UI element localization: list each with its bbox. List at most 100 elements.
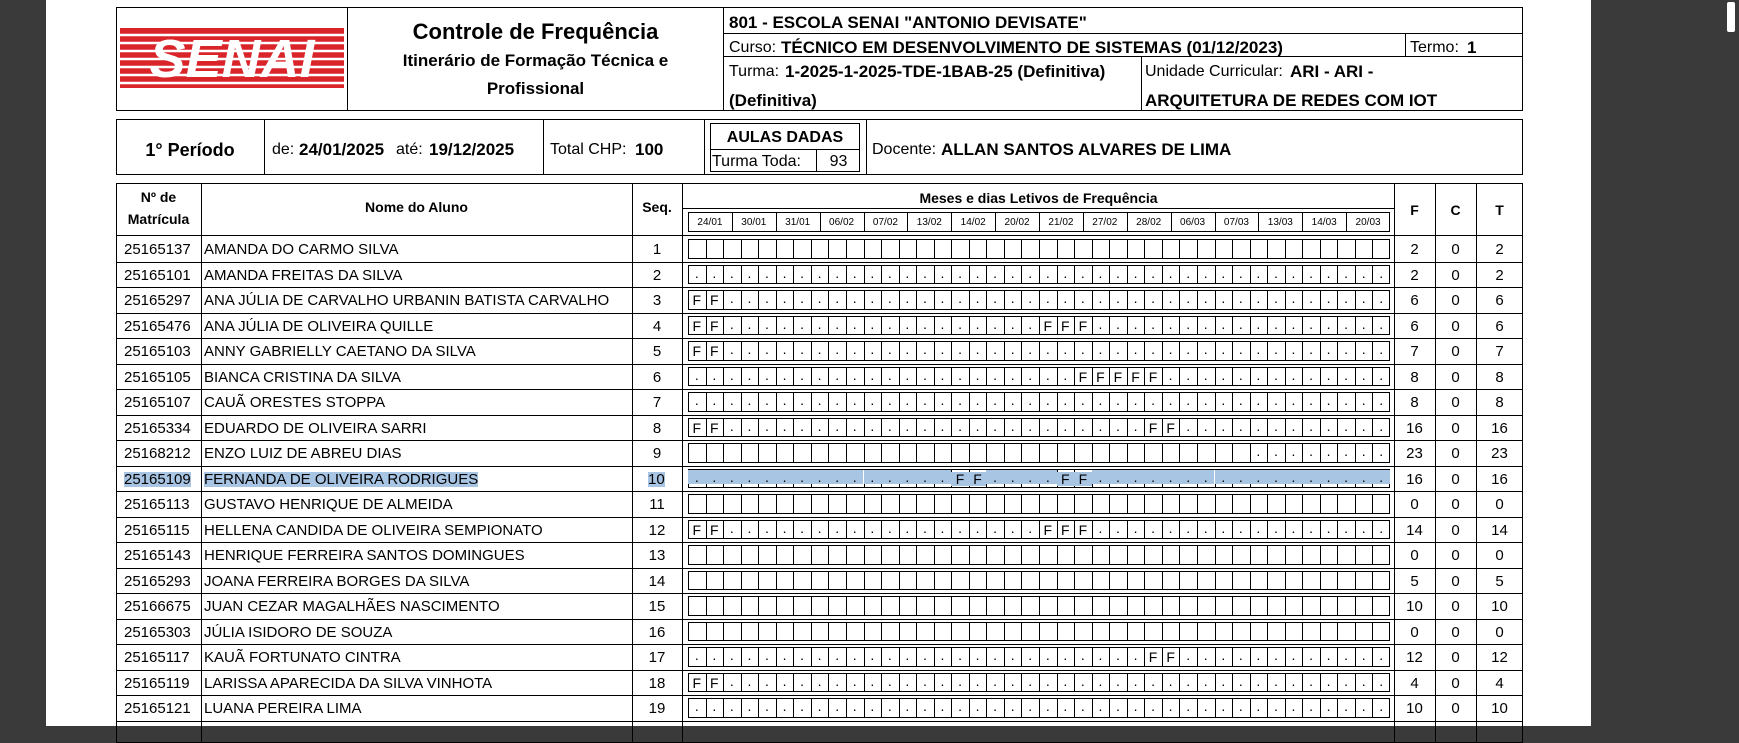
attendance-mark: .	[905, 290, 910, 306]
matricula: 25165297	[124, 292, 191, 309]
attendance-mark: .	[1291, 264, 1296, 281]
col-c: C	[1450, 202, 1461, 218]
attendance-mark: .	[1010, 417, 1015, 434]
attendance-mark: .	[1221, 366, 1226, 383]
seq: 5	[652, 343, 662, 360]
attendance-mark: .	[1010, 341, 1015, 357]
attendance-mark: .	[1273, 698, 1278, 714]
attendance-mark: .	[1326, 519, 1331, 536]
attendance-mark: .	[1309, 698, 1313, 714]
attendance-mark: .	[958, 647, 962, 663]
falta-count: 0	[1410, 547, 1419, 564]
total-count: 8	[1495, 394, 1504, 411]
attendance-mark: .	[905, 672, 910, 689]
attendance-mark: .	[800, 698, 805, 714]
attendance-mark: .	[887, 672, 892, 689]
attendance-mark: .	[1344, 698, 1349, 714]
attendance-mark: .	[1010, 392, 1015, 408]
falta-count: 10	[1406, 598, 1423, 615]
total-count: 6	[1495, 317, 1504, 335]
attendance-mark: .	[1203, 698, 1208, 714]
attendance-mark: .	[835, 647, 840, 663]
attendance-mark: .	[887, 341, 892, 357]
attendance-mark: .	[940, 366, 945, 383]
attendance-mark: .	[1379, 366, 1384, 383]
falta-count: 7	[1410, 343, 1419, 360]
col-matricula-2: Matrícula	[127, 211, 190, 227]
date-header: 24/01	[697, 217, 723, 228]
matricula: 25165107	[124, 394, 191, 411]
attendance-mark: .	[922, 366, 927, 383]
scrollbar-thumb[interactable]	[1727, 2, 1735, 32]
attendance-mark: .	[1344, 392, 1349, 408]
attendance-mark: .	[1168, 290, 1173, 306]
attendance-mark: .	[1010, 672, 1015, 689]
attendance-mark: .	[1098, 417, 1103, 434]
col-matricula-1: Nº de	[140, 189, 177, 205]
attendance-mark: .	[1063, 392, 1068, 408]
attendance-mark: .	[1361, 392, 1366, 408]
matricula: 25165117	[124, 649, 190, 666]
attendance-mark: F	[1166, 419, 1175, 436]
attendance-mark: .	[958, 366, 962, 383]
attendance-mark: .	[1361, 698, 1366, 714]
attendance-mark: .	[1063, 341, 1068, 357]
student-name: CAUÃ ORESTES STOPPA	[204, 394, 386, 411]
attendance-mark: .	[940, 519, 945, 536]
attendance-mark: .	[694, 264, 699, 281]
attendance-mark: .	[729, 647, 734, 663]
attendance-mark: .	[958, 341, 962, 357]
seq: 19	[648, 700, 666, 717]
attendance-mark: .	[1291, 315, 1296, 332]
attendance-mark: F	[951, 471, 969, 486]
attendance-mark: .	[905, 698, 910, 714]
total-count: 10	[1491, 598, 1508, 615]
c-count: 0	[1451, 572, 1460, 590]
attendance-mark: .	[1309, 315, 1313, 332]
total-count: 2	[1495, 266, 1504, 284]
c-count: 0	[1451, 343, 1460, 360]
attendance-mark: .	[1238, 290, 1243, 306]
attendance-mark: .	[1379, 647, 1384, 663]
student-name: JOANA FERREIRA BORGES DA SILVA	[204, 572, 470, 590]
attendance-mark: .	[1116, 341, 1120, 357]
attendance-mark: F	[710, 521, 719, 538]
falta-count: 8	[1410, 368, 1419, 386]
total-count: 7	[1495, 343, 1504, 360]
subtitle-line2: Profissional	[486, 79, 585, 98]
attendance-mark: .	[870, 647, 875, 663]
attendance-mark: .	[782, 341, 787, 357]
attendance-mark: .	[852, 698, 857, 714]
date-header: 07/02	[872, 217, 898, 228]
attendance-mark: .	[975, 315, 980, 332]
attendance-mark: .	[1361, 417, 1366, 434]
attendance-mark: .	[1221, 264, 1226, 281]
attendance-mark: .	[765, 315, 769, 332]
attendance-mark: .	[1133, 392, 1138, 408]
turma-toda-label: Turma Toda:	[712, 153, 801, 170]
attendance-mark: .	[1080, 698, 1085, 714]
attendance-mark: .	[835, 341, 840, 357]
attendance-mark: F	[1061, 317, 1070, 334]
attendance-mark: .	[817, 519, 822, 536]
termo-value: 1	[1467, 38, 1477, 57]
student-name: GUSTAVO HENRIQUE DE ALMEIDA	[204, 496, 453, 513]
falta-count: 0	[1410, 496, 1419, 513]
matricula: 25165121	[124, 700, 191, 717]
attendance-mark: .	[782, 315, 787, 332]
attendance-mark: .	[1291, 366, 1296, 383]
attendance-mark: .	[817, 315, 822, 332]
matricula: 25165101	[124, 266, 191, 284]
attendance-mark: .	[1273, 519, 1278, 536]
attendance-mark: .	[1232, 469, 1250, 484]
attendance-mark: .	[1326, 392, 1331, 408]
attendance-mark: .	[1238, 392, 1243, 408]
attendance-mark: .	[1203, 392, 1208, 408]
attendance-mark: .	[887, 417, 892, 434]
attendance-mark: .	[782, 698, 787, 714]
attendance-mark: .	[747, 392, 752, 408]
c-count: 0	[1451, 317, 1460, 335]
attendance-mark: .	[852, 519, 857, 536]
attendance-mark: .	[958, 264, 962, 281]
attendance-mark: .	[870, 392, 875, 408]
